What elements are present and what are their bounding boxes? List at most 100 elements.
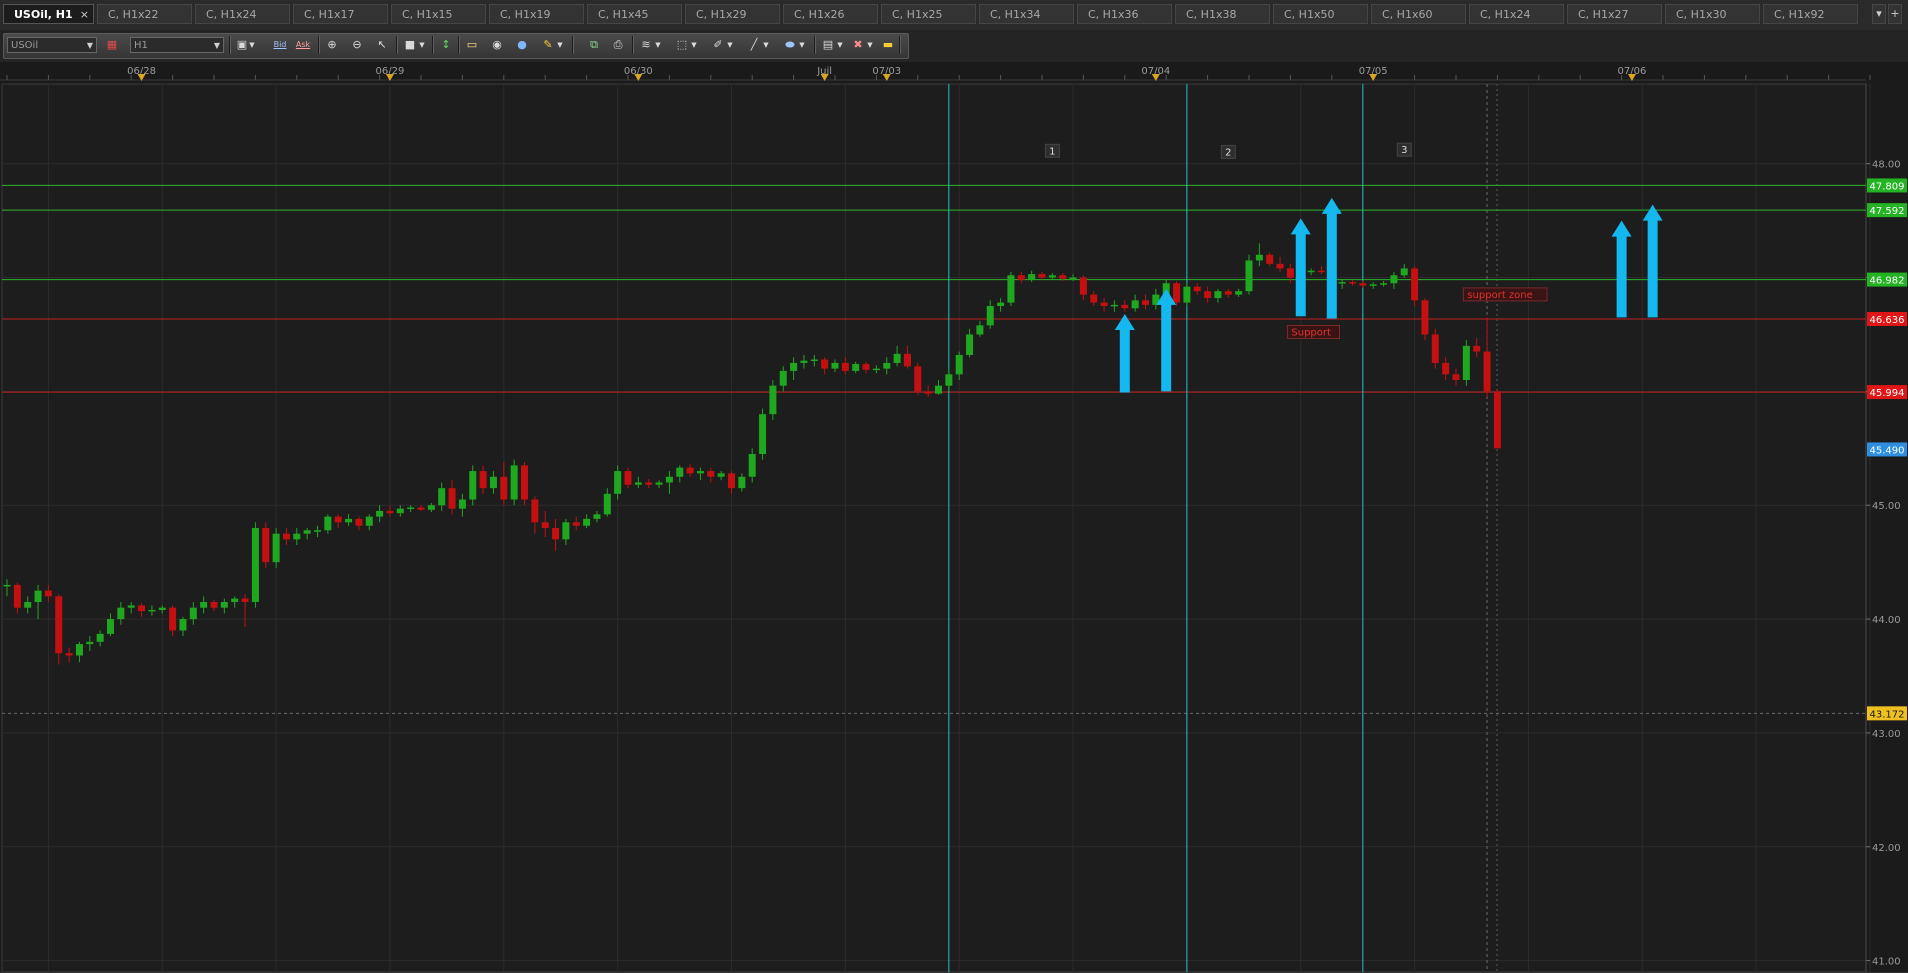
candle-bearish[interactable] [500,476,508,500]
tab-usoil-h1[interactable]: USOil, H1 × [3,4,94,24]
candle-bearish[interactable] [1204,291,1212,299]
candle-bullish[interactable] [117,607,125,620]
rectangle-icon[interactable]: ⬚ [674,37,690,53]
add-tab-icon[interactable]: + [1888,4,1902,24]
candle-bullish[interactable] [748,454,756,477]
symbol-select[interactable]: USOil ▼ [7,37,97,53]
chevron-down-icon[interactable]: ▼ [866,37,874,53]
plot-area[interactable] [1,83,1867,973]
candle-bullish[interactable] [231,598,239,602]
ellipse-icon[interactable]: ⬬ [782,37,798,53]
up-arrow-shaft[interactable] [1616,234,1627,318]
candle-bearish[interactable] [1359,283,1367,286]
candle-bullish[interactable] [489,476,497,489]
candle-bearish[interactable] [262,528,270,563]
candle-bullish[interactable] [469,471,477,500]
candle-bearish[interactable] [541,522,549,528]
candle-bearish[interactable] [1142,300,1149,305]
candle-bullish[interactable] [1380,283,1388,285]
candle-bullish[interactable] [396,508,404,514]
candle-bullish[interactable] [1462,345,1470,380]
candle-bearish[interactable] [138,605,146,612]
ruler-icon[interactable]: ✎ [540,37,556,53]
candle-bullish[interactable] [34,590,42,602]
candle-bullish[interactable] [593,514,601,519]
candle-bullish[interactable] [324,516,332,531]
tab-chart-18[interactable]: C, H1x92 [1763,4,1858,24]
candle-bullish[interactable] [427,505,435,510]
candle-bearish[interactable] [572,522,580,526]
candle-bearish[interactable] [1493,391,1501,449]
candle-bearish[interactable] [1059,275,1067,279]
candle-bearish[interactable] [169,607,177,631]
candle-bullish[interactable] [759,414,767,454]
candle-bullish[interactable] [810,359,818,362]
candle-bearish[interactable] [355,518,363,526]
tab-chart-15[interactable]: C, H1x24 [1469,4,1564,24]
candle-bearish[interactable] [531,499,539,523]
tab-chart-11[interactable]: C, H1x36 [1077,4,1172,24]
candle-bullish[interactable] [831,362,839,369]
candle-bearish[interactable] [334,516,342,523]
candle-bearish[interactable] [1286,268,1294,278]
candle-bullish[interactable] [272,533,280,563]
candle-bullish[interactable] [75,644,83,656]
line-icon[interactable]: ╱ [746,37,762,53]
tab-chart-3[interactable]: C, H1x17 [293,4,388,24]
candle-bearish[interactable] [417,507,425,510]
up-arrow-shaft[interactable] [1119,327,1130,393]
layers-icon[interactable]: ⧉ [586,37,602,53]
candle-bearish[interactable] [1349,282,1356,284]
chevron-down-icon[interactable]: ▼ [418,37,426,53]
candle-bullish[interactable] [1214,291,1222,299]
comment-icon[interactable]: ▭ [464,37,480,53]
candle-bearish[interactable] [841,362,849,371]
candle-bearish[interactable] [903,353,911,367]
candle-bearish[interactable] [552,528,560,540]
price-chart[interactable]: 48.0047.0046.0045.0044.0043.0042.0041.00… [0,62,1908,973]
cursor-icon[interactable]: ↖ [374,37,390,53]
candle-bullish[interactable] [1390,275,1398,284]
candle-bearish[interactable] [728,473,735,489]
candle-bullish[interactable] [1338,282,1346,284]
candle-bullish[interactable] [955,354,963,375]
candle-bullish[interactable] [1131,300,1139,309]
candle-bullish[interactable] [717,473,725,477]
candle-bearish[interactable] [55,596,63,654]
candle-bullish[interactable] [1048,275,1056,278]
candle-bearish[interactable] [924,391,932,394]
trend-icon[interactable]: ↕ [438,37,454,53]
candle-bullish[interactable] [614,471,622,494]
candle-bearish[interactable] [1173,283,1181,303]
candle-bullish[interactable] [438,488,446,506]
candle-bearish[interactable] [862,364,870,370]
candle-bullish[interactable] [986,306,994,326]
up-arrow-shaft[interactable] [1326,211,1337,319]
tab-chart-9[interactable]: C, H1x25 [881,4,976,24]
candle-bearish[interactable] [241,598,249,602]
candle-bullish[interactable] [676,467,684,477]
candle-bearish[interactable] [821,359,829,369]
grid-icon[interactable]: ▤ [820,37,836,53]
tab-chart-7[interactable]: C, H1x29 [685,4,780,24]
up-arrow-shaft[interactable] [1161,302,1172,392]
candle-bullish[interactable] [976,325,984,335]
chevron-down-icon[interactable]: ▼ [836,37,844,53]
candle-bullish[interactable] [790,362,798,371]
tab-chart-12[interactable]: C, H1x38 [1175,4,1270,24]
candle-bearish[interactable] [707,471,715,477]
candle-bullish[interactable] [3,584,11,587]
candle-bearish[interactable] [282,533,290,540]
candle-bearish[interactable] [1017,275,1025,280]
tab-chart-16[interactable]: C, H1x27 [1567,4,1662,24]
candle-bearish[interactable] [1411,268,1419,301]
pencil-icon[interactable]: ✐ [710,37,726,53]
candle-bearish[interactable] [448,488,456,509]
candle-bearish[interactable] [1100,302,1108,306]
candle-bearish[interactable] [44,590,52,597]
tab-scroll-icon[interactable]: ▾ [1872,4,1886,24]
timeframe-select[interactable]: H1 ▼ [130,37,224,53]
candle-bearish[interactable] [1276,263,1284,269]
candle-bearish[interactable] [1224,291,1232,295]
tab-chart-10[interactable]: C, H1x34 [979,4,1074,24]
